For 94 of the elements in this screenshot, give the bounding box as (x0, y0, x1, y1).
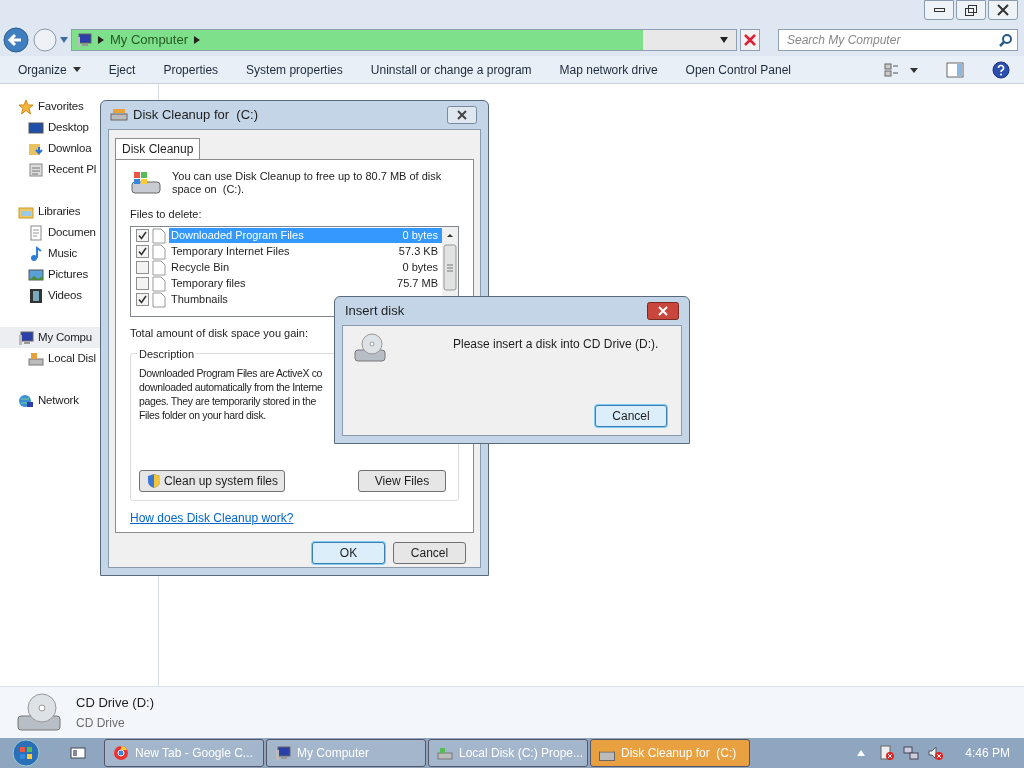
drive-icon (437, 745, 453, 761)
minimize-icon (933, 8, 945, 12)
toolbar-button[interactable]: Properties (163, 60, 219, 79)
close-button[interactable] (647, 302, 679, 320)
computer-icon (275, 745, 291, 761)
file-size: 75.7 MB (397, 276, 438, 292)
search-field[interactable]: Search My Computer (778, 29, 1018, 51)
globe-icon (18, 392, 34, 409)
sidebar-item[interactable]: Music (0, 243, 158, 264)
file-name: Thumbnails (171, 292, 228, 308)
toolbar-button[interactable]: System properties (246, 60, 343, 79)
description-text: Downloaded Program Files are ActiveX co downloaded automatically from the Interne pages. They are temporarily stored in the Files folder on your hard disk. (139, 366, 323, 422)
toolbar-button[interactable]: Open Control Panel (685, 60, 791, 79)
minimize-button[interactable] (924, 0, 954, 20)
toolbar-button[interactable]: Uninstall or change a program (370, 60, 532, 79)
drive-icon (130, 170, 162, 196)
file-icon (152, 275, 166, 292)
chevron-icon (98, 36, 104, 44)
cd-drive-icon (16, 691, 62, 734)
file-item[interactable]: Recycle Bin 0 bytes (169, 260, 442, 275)
checkbox[interactable] (136, 229, 149, 242)
file-icon (152, 243, 166, 260)
dialog-title: Insert disk (345, 302, 406, 321)
pictures-icon (28, 266, 44, 283)
close-button[interactable] (447, 106, 477, 124)
toolbar-button[interactable]: Eject (108, 60, 136, 79)
view-options-icon[interactable] (884, 61, 918, 78)
file-size: 0 bytes (402, 260, 438, 276)
volume-icon[interactable] (927, 745, 944, 761)
intro-text: You can use Disk Cleanup to free up to 80.7 MB of disk space on (C:). (172, 170, 443, 196)
file-icon (152, 259, 166, 276)
stop-button[interactable] (740, 29, 761, 51)
chevron-icon (194, 36, 201, 44)
message-text: Please insert a disk into CD Drive (D:). (453, 336, 659, 353)
computer-icon (76, 32, 92, 48)
caret-icon (72, 67, 81, 72)
globe-icon (113, 745, 129, 761)
ok-button[interactable]: OK (312, 542, 385, 564)
file-item[interactable]: Temporary files 75.7 MB (169, 276, 442, 291)
sidebar-item[interactable]: Recent Pl (0, 159, 158, 180)
restore-icon (965, 4, 977, 16)
sidebar-item[interactable]: Pictures (0, 264, 158, 285)
view-files-button[interactable]: View Files (358, 470, 446, 492)
checkbox[interactable] (136, 293, 149, 306)
sidebar-item[interactable]: Documen (0, 222, 158, 243)
hard-disk-icon (28, 350, 44, 367)
clean-up-button[interactable]: Clean up system files (139, 470, 286, 492)
address-bar[interactable]: My Computer (71, 29, 738, 51)
caret-icon[interactable] (60, 37, 68, 43)
file-item[interactable]: Temporary Internet Files 57.3 KB (169, 244, 442, 259)
network-icon[interactable] (903, 745, 920, 761)
computer-icon (18, 329, 34, 346)
drive-type: CD Drive (76, 715, 126, 733)
cancel-button[interactable]: Cancel (393, 542, 466, 564)
sidebar-item[interactable]: Videos (0, 285, 158, 306)
toolbar-button[interactable]: Map network drive (559, 60, 658, 79)
music-note-icon (28, 245, 44, 262)
checkbox[interactable] (136, 245, 149, 258)
close-icon (997, 4, 1009, 16)
show-desktop-icon[interactable] (68, 746, 88, 760)
shield-icon (146, 473, 162, 489)
file-name: Temporary files (171, 276, 246, 292)
document-icon (28, 224, 44, 241)
recent-places-icon (28, 161, 44, 178)
search-icon (999, 33, 1013, 47)
file-icon (152, 227, 166, 244)
help-icon[interactable] (992, 60, 1010, 79)
toolbar-button[interactable]: Organize (18, 60, 81, 79)
dropdown-icon[interactable] (720, 37, 729, 43)
cd-drive-icon (353, 332, 387, 364)
monitor-icon (28, 119, 44, 136)
tab[interactable]: Disk Cleanup (115, 138, 201, 159)
file-icon (152, 291, 166, 308)
back-button[interactable] (2, 26, 30, 54)
checkbox[interactable] (136, 277, 149, 290)
action-center-icon[interactable] (879, 745, 896, 761)
file-size: 57.3 KB (398, 244, 438, 260)
file-name: Temporary Internet Files (171, 244, 290, 260)
help-link[interactable]: How does Disk Cleanup work? (130, 509, 294, 527)
file-size: 0 bytes (402, 228, 438, 244)
restore-button[interactable] (956, 0, 986, 20)
cancel-button[interactable]: Cancel (595, 405, 667, 427)
checkbox[interactable] (136, 261, 149, 274)
star-icon (18, 98, 34, 115)
clock: 4:46 PM (965, 745, 1010, 762)
drive-name: CD Drive (D:) (76, 693, 154, 712)
film-icon (28, 287, 44, 304)
file-name: Downloaded Program Files (171, 228, 304, 244)
dialog-title: Disk Cleanup for (C:) (133, 106, 259, 125)
disk-cleanup-icon (110, 108, 128, 122)
address-path[interactable]: My Computer (110, 30, 189, 50)
files-label: Files to delete: (130, 207, 202, 222)
file-name: Recycle Bin (171, 260, 230, 276)
close-button[interactable] (988, 0, 1018, 20)
